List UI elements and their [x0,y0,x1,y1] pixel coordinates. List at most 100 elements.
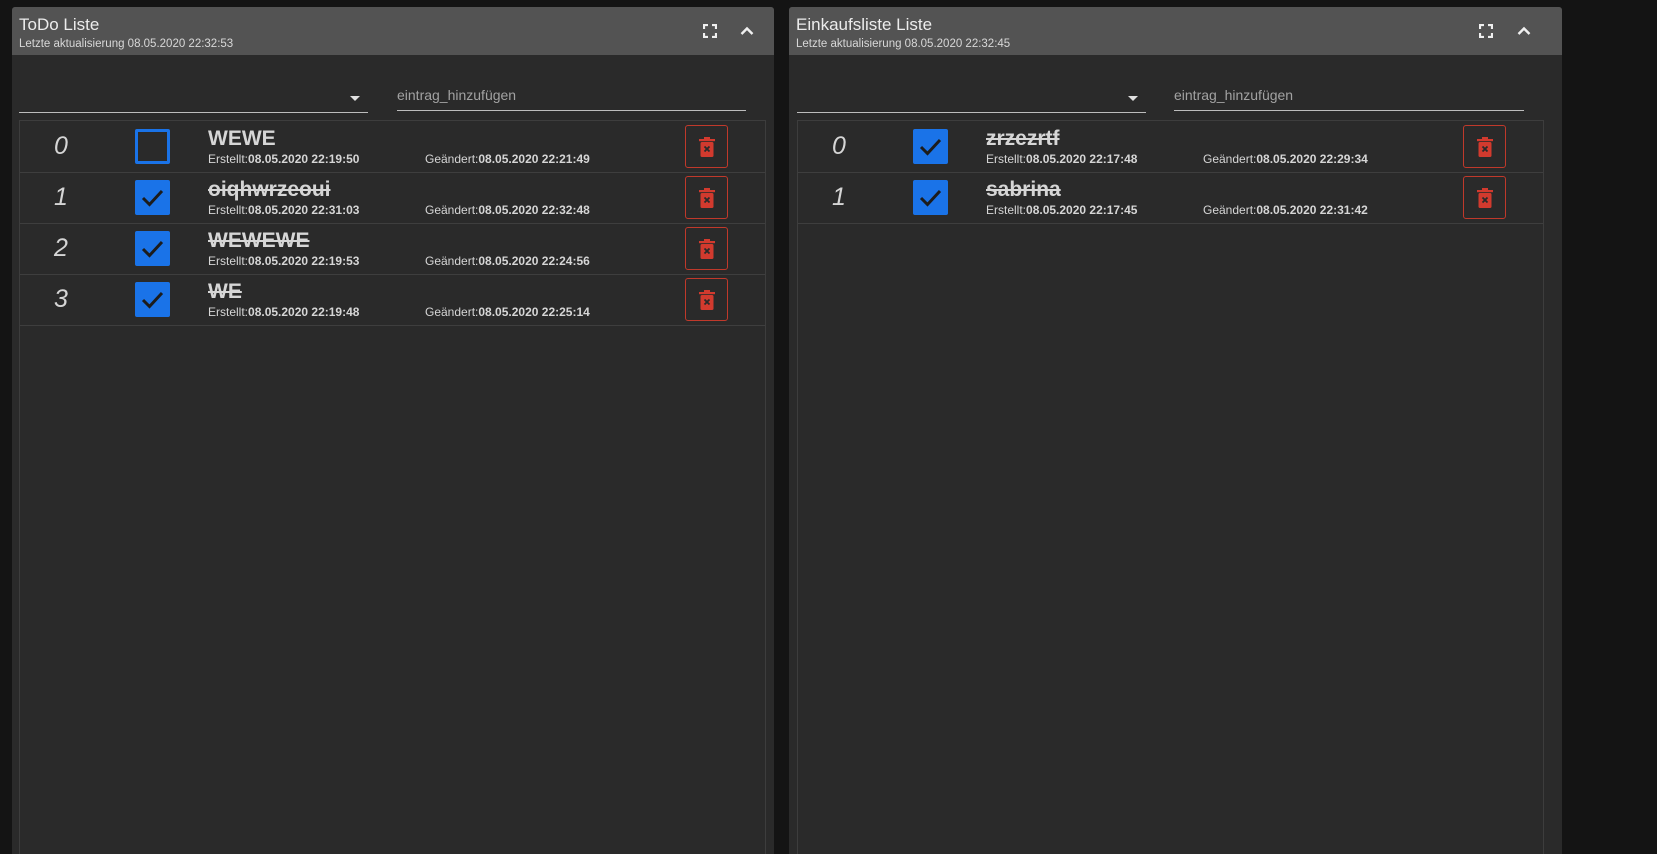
checkmark-icon [919,189,942,207]
list-item: 1 oiqhwrzeoui Erstellt:08.05.2020 22:31:… [20,172,765,224]
fullscreen-button[interactable] [698,19,722,43]
item-index: 3 [54,285,68,313]
panel-title: ToDo Liste [19,15,100,34]
add-entry-input[interactable] [1174,80,1524,111]
trash-icon [698,136,715,157]
changed-date: 08.05.2020 22:25:14 [478,305,590,319]
collapse-button[interactable] [1512,19,1536,43]
created-date: 08.05.2020 22:19:48 [248,305,360,319]
item-name: WEWEWE [208,229,310,252]
created-label: Erstellt: [208,305,249,319]
created-info: Erstellt:08.05.2020 22:19:53 [208,254,359,268]
item-index: 0 [54,132,68,160]
delete-button[interactable] [1463,176,1506,219]
trash-icon [698,238,715,259]
last-updated-text: Letzte aktualisierung 08.05.2020 22:32:4… [796,38,1011,50]
chevron-up-icon [740,26,754,35]
trash-icon [698,289,715,310]
todo-list: 0 WEWE Erstellt:08.05.2020 22:19:50 Geän… [19,120,766,854]
created-date: 08.05.2020 22:19:53 [248,254,360,268]
changed-info: Geändert:08.05.2020 22:24:56 [425,254,590,268]
changed-info: Geändert:08.05.2020 22:21:49 [425,152,590,166]
checkmark-icon [141,189,164,207]
trash-icon [1476,187,1493,208]
created-info: Erstellt:08.05.2020 22:17:45 [986,203,1137,217]
panel-title: Einkaufsliste Liste [796,15,933,34]
changed-date: 08.05.2020 22:32:48 [478,203,590,217]
item-checkbox[interactable] [135,129,170,164]
changed-label: Geändert: [1203,203,1257,217]
changed-date: 08.05.2020 22:29:34 [1256,152,1368,166]
caret-down-icon [350,96,360,101]
created-info: Erstellt:08.05.2020 22:31:03 [208,203,359,217]
created-info: Erstellt:08.05.2020 22:19:48 [208,305,359,319]
last-updated-text: Letzte aktualisierung 08.05.2020 22:32:5… [19,38,234,50]
created-label: Erstellt: [986,152,1027,166]
item-checkbox[interactable] [913,129,948,164]
chevron-up-icon [1517,26,1531,35]
created-info: Erstellt:08.05.2020 22:17:48 [986,152,1137,166]
changed-label: Geändert: [425,254,479,268]
fullscreen-button[interactable] [1474,19,1498,43]
checkmark-icon [141,240,164,258]
changed-date: 08.05.2020 22:31:42 [1256,203,1368,217]
item-name: WEWE [208,127,276,150]
created-label: Erstellt: [208,152,249,166]
changed-date: 08.05.2020 22:21:49 [478,152,590,166]
item-checkbox[interactable] [913,180,948,215]
panel-header: Einkaufsliste Liste Letzte aktualisierun… [789,7,1562,55]
collapse-button[interactable] [735,19,759,43]
item-checkbox[interactable] [135,180,170,215]
changed-label: Geändert: [425,203,479,217]
list-item: 0 zrzezrtf Erstellt:08.05.2020 22:17:48 … [798,121,1543,173]
item-checkbox[interactable] [135,282,170,317]
item-index: 1 [832,183,846,211]
created-label: Erstellt: [986,203,1027,217]
shopping-list: 0 zrzezrtf Erstellt:08.05.2020 22:17:48 … [797,120,1544,854]
changed-date: 08.05.2020 22:24:56 [478,254,590,268]
list-item: 0 WEWE Erstellt:08.05.2020 22:19:50 Geän… [20,121,765,173]
changed-info: Geändert:08.05.2020 22:31:42 [1203,203,1368,217]
panel-header: ToDo Liste Letzte aktualisierung 08.05.2… [12,7,774,55]
list-select[interactable] [19,82,368,113]
item-checkbox[interactable] [135,231,170,266]
fullscreen-icon [1479,24,1493,38]
created-info: Erstellt:08.05.2020 22:19:50 [208,152,359,166]
fullscreen-icon [703,24,717,38]
trash-icon [1476,136,1493,157]
caret-down-icon [1128,96,1138,101]
add-entry-input[interactable] [397,80,746,111]
changed-info: Geändert:08.05.2020 22:29:34 [1203,152,1368,166]
delete-button[interactable] [1463,125,1506,168]
delete-button[interactable] [685,278,728,321]
item-name: oiqhwrzeoui [208,178,331,201]
changed-label: Geändert: [1203,152,1257,166]
created-date: 08.05.2020 22:17:45 [1026,203,1138,217]
shopping-list-panel: Einkaufsliste Liste Letzte aktualisierun… [789,7,1562,854]
changed-label: Geändert: [425,305,479,319]
delete-button[interactable] [685,227,728,270]
list-select[interactable] [797,82,1146,113]
item-index: 0 [832,132,846,160]
created-date: 08.05.2020 22:31:03 [248,203,360,217]
changed-info: Geändert:08.05.2020 22:32:48 [425,203,590,217]
changed-label: Geändert: [425,152,479,166]
trash-icon [698,187,715,208]
checkmark-icon [141,291,164,309]
created-label: Erstellt: [208,203,249,217]
item-name: zrzezrtf [986,127,1060,150]
list-item: 3 WE Erstellt:08.05.2020 22:19:48 Geände… [20,274,765,326]
list-item: 2 WEWEWE Erstellt:08.05.2020 22:19:53 Ge… [20,223,765,275]
list-item: 1 sabrina Erstellt:08.05.2020 22:17:45 G… [798,172,1543,224]
item-index: 1 [54,183,68,211]
todo-panel: ToDo Liste Letzte aktualisierung 08.05.2… [12,7,774,854]
delete-button[interactable] [685,125,728,168]
created-label: Erstellt: [208,254,249,268]
item-index: 2 [54,234,68,262]
checkmark-icon [919,138,942,156]
created-date: 08.05.2020 22:19:50 [248,152,360,166]
delete-button[interactable] [685,176,728,219]
item-name: WE [208,280,242,303]
item-name: sabrina [986,178,1061,201]
changed-info: Geändert:08.05.2020 22:25:14 [425,305,590,319]
